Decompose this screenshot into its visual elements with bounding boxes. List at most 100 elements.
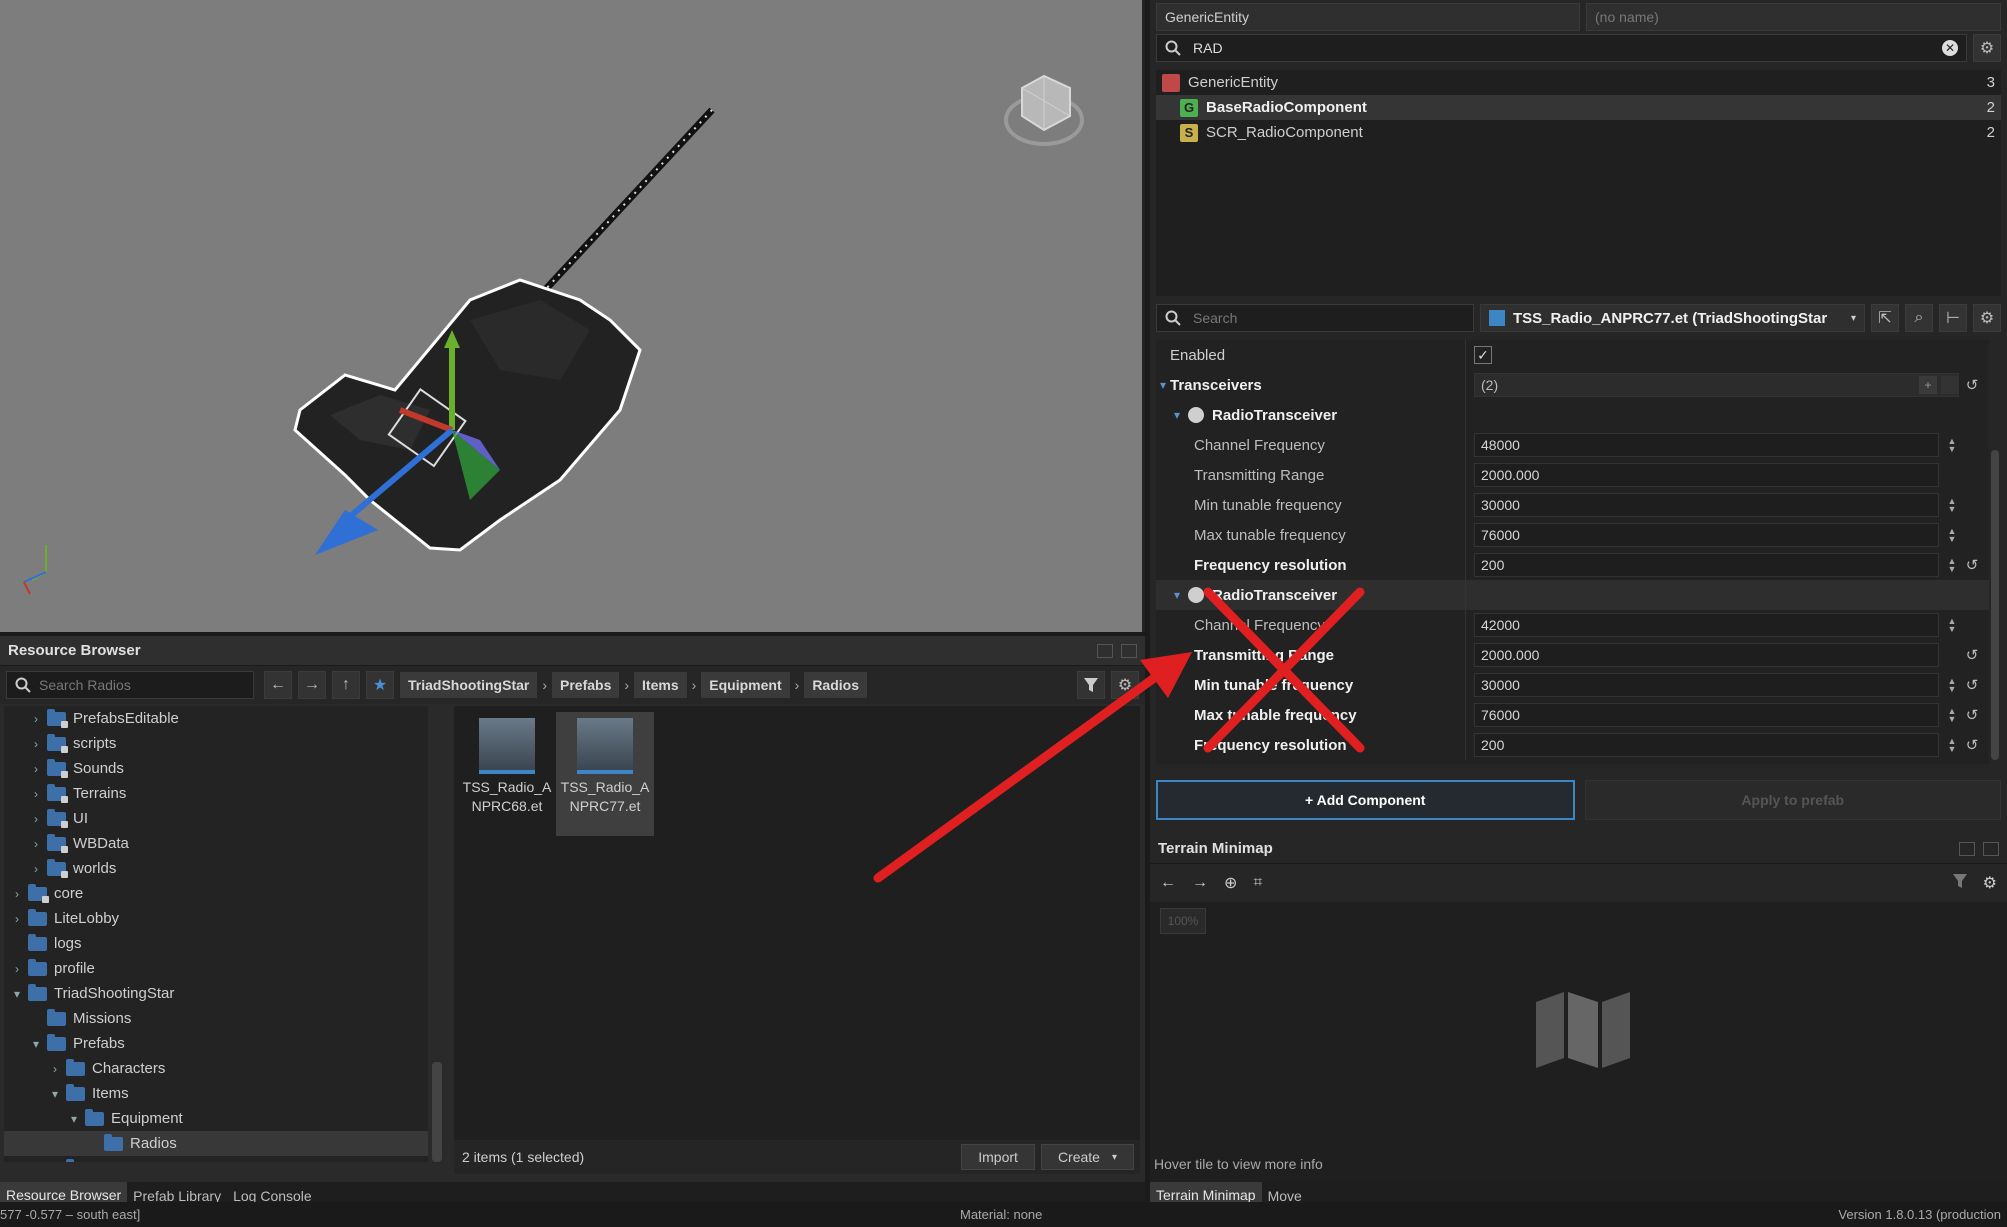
list-item[interactable]: S SCR_RadioComponent 2 xyxy=(1156,120,2001,145)
tree-item[interactable]: › profile xyxy=(4,956,428,981)
reset-icon[interactable]: ↺ xyxy=(1963,676,1981,694)
list-item-selected[interactable]: G BaseRadioComponent 2 xyxy=(1156,95,2001,120)
tree-item[interactable]: › LiteLobby xyxy=(4,906,428,931)
chevron-right-icon[interactable]: › xyxy=(29,737,43,751)
tree-item[interactable]: › World xyxy=(4,1156,428,1162)
tree-item[interactable]: › Sounds xyxy=(4,756,428,781)
resource-search-input[interactable]: Search Radios xyxy=(6,671,254,699)
tree-item[interactable]: ▾ Items xyxy=(4,1081,428,1106)
property-value-field[interactable]: 48000 xyxy=(1474,433,1939,457)
reset-icon[interactable]: ↺ xyxy=(1963,556,1981,574)
create-button[interactable]: Create ▾ xyxy=(1040,1144,1134,1170)
breadcrumb-item[interactable]: Equipment xyxy=(701,672,790,698)
chevron-right-icon[interactable]: › xyxy=(29,837,43,851)
tree-item[interactable]: › Terrains xyxy=(4,781,428,806)
spinner-arrows-icon[interactable]: ▲ ▼ xyxy=(1945,495,1959,515)
close-panel-icon[interactable] xyxy=(1121,643,1137,658)
viewport-3d[interactable] xyxy=(0,0,1145,632)
asset-grid[interactable]: TSS_Radio_A NPRC68.et TSS_Radio_A NPRC77… xyxy=(454,706,1140,1146)
back-arrow-icon[interactable]: ← xyxy=(1160,874,1176,892)
tree-item[interactable]: Missions xyxy=(4,1006,428,1031)
prefab-selector[interactable]: TSS_Radio_ANPRC77.et (TriadShootingStar … xyxy=(1480,304,1865,332)
chevron-right-icon[interactable]: › xyxy=(10,962,24,976)
breadcrumb-item[interactable]: Items xyxy=(634,672,687,698)
transceiver-header[interactable]: ▾ RadioTransceiver xyxy=(1156,400,1989,430)
settings-gear-icon[interactable]: ⚙ xyxy=(1973,34,2001,62)
reset-icon[interactable]: ↺ xyxy=(1963,706,1981,724)
tree-item[interactable]: logs xyxy=(4,931,428,956)
import-button[interactable]: Import xyxy=(961,1144,1035,1170)
settings-gear-icon[interactable]: ⚙ xyxy=(1973,304,2001,332)
asset-item-selected[interactable]: TSS_Radio_A NPRC77.et xyxy=(556,712,654,836)
tree-item[interactable]: › Characters xyxy=(4,1056,428,1081)
chevron-right-icon[interactable]: › xyxy=(29,787,43,801)
spinner-arrows-icon[interactable]: ▲ ▼ xyxy=(1945,705,1959,725)
tree-item[interactable]: › UI xyxy=(4,806,428,831)
spinner-arrows-icon[interactable]: ▲ ▼ xyxy=(1945,735,1959,755)
tree-item[interactable]: › PrefabsEditable xyxy=(4,706,428,731)
chevron-right-icon[interactable]: › xyxy=(29,712,43,726)
chevron-right-icon[interactable]: › xyxy=(29,762,43,776)
add-item-icon[interactable]: + xyxy=(1919,376,1937,394)
chevron-right-icon[interactable]: › xyxy=(10,912,24,926)
property-value-field[interactable]: 76000 xyxy=(1474,703,1939,727)
tree-item[interactable]: › core xyxy=(4,881,428,906)
chevron-right-icon[interactable]: › xyxy=(29,862,43,876)
hierarchy-icon[interactable]: ⊢ xyxy=(1939,304,1967,332)
close-panel-icon[interactable] xyxy=(1983,841,1999,856)
tree-item[interactable]: › WBData xyxy=(4,831,428,856)
breadcrumb-item[interactable]: Radios xyxy=(804,672,867,698)
filter-icon[interactable] xyxy=(1077,671,1105,699)
reset-icon[interactable]: ↺ xyxy=(1963,646,1981,664)
property-value-field[interactable]: 30000 xyxy=(1474,493,1939,517)
property-value-field[interactable]: 2000.000 xyxy=(1474,463,1939,487)
array-menu-icon[interactable] xyxy=(1941,376,1959,394)
enabled-checkbox[interactable]: ✓ xyxy=(1474,346,1492,364)
spinner-arrows-icon[interactable]: ▲ ▼ xyxy=(1945,435,1959,455)
transceivers-row[interactable]: ▾ Transceivers (2) + ↺ xyxy=(1156,370,1989,400)
undock-icon[interactable] xyxy=(1959,841,1975,856)
component-search-input[interactable]: RAD ✕ xyxy=(1156,34,1967,62)
settings-gear-icon[interactable]: ⚙ xyxy=(1983,873,1997,893)
filter-icon[interactable] xyxy=(1952,873,1967,893)
find-icon[interactable]: ⌕ xyxy=(1905,304,1933,332)
property-search-input[interactable]: Search xyxy=(1156,304,1474,332)
back-arrow-icon[interactable]: ← xyxy=(264,671,292,699)
chevron-down-icon[interactable]: ▾ xyxy=(10,987,24,1001)
add-component-button[interactable]: + Add Component xyxy=(1156,780,1575,820)
chevron-right-icon[interactable]: › xyxy=(10,887,24,901)
spinner-arrows-icon[interactable]: ▲ ▼ xyxy=(1945,615,1959,635)
crop-icon[interactable]: ⌗ xyxy=(1253,874,1262,892)
spinner-arrows-icon[interactable]: ▲ ▼ xyxy=(1945,555,1959,575)
crosshair-icon[interactable]: ⊕ xyxy=(1224,873,1237,893)
asset-item[interactable]: TSS_Radio_A NPRC68.et xyxy=(458,712,556,836)
apply-to-prefab-button[interactable]: Apply to prefab xyxy=(1584,780,2001,820)
chevron-right-icon[interactable]: › xyxy=(48,1062,62,1076)
up-arrow-icon[interactable]: ↑ xyxy=(332,671,360,699)
entity-name-input[interactable]: (no name) xyxy=(1586,3,2001,31)
tree-item[interactable]: ▾ Prefabs xyxy=(4,1031,428,1056)
property-value-field[interactable]: 200 xyxy=(1474,553,1939,577)
property-value-field[interactable]: 42000 xyxy=(1474,613,1939,637)
favorite-star-icon[interactable]: ★ xyxy=(366,671,394,699)
open-external-icon[interactable]: ⇱ xyxy=(1871,304,1899,332)
reset-icon[interactable]: ↺ xyxy=(1963,736,1981,754)
spinner-arrows-icon[interactable]: ▲ ▼ xyxy=(1945,525,1959,545)
spinner-arrows-icon[interactable]: ▲ ▼ xyxy=(1945,675,1959,695)
forward-arrow-icon[interactable]: → xyxy=(298,671,326,699)
breadcrumb-item[interactable]: TriadShootingStar xyxy=(400,672,538,698)
tree-item[interactable]: › worlds xyxy=(4,856,428,881)
tree-item[interactable]: Radios xyxy=(4,1131,428,1156)
orientation-cube-icon[interactable] xyxy=(992,58,1092,154)
chevron-down-icon[interactable]: ▾ xyxy=(67,1112,81,1126)
breadcrumb-item[interactable]: Prefabs xyxy=(552,672,620,698)
tree-item[interactable]: ▾ Equipment xyxy=(4,1106,428,1131)
chevron-right-icon[interactable]: › xyxy=(29,812,43,826)
property-value-field[interactable]: 76000 xyxy=(1474,523,1939,547)
settings-gear-icon[interactable]: ⚙ xyxy=(1111,671,1139,699)
transceiver-header[interactable]: ▾ RadioTransceiver xyxy=(1156,580,1989,610)
chevron-down-icon[interactable]: ▾ xyxy=(29,1037,43,1051)
tree-item[interactable]: ▾ TriadShootingStar xyxy=(4,981,428,1006)
forward-arrow-icon[interactable]: → xyxy=(1192,874,1208,892)
property-scrollbar[interactable] xyxy=(1991,450,1999,760)
